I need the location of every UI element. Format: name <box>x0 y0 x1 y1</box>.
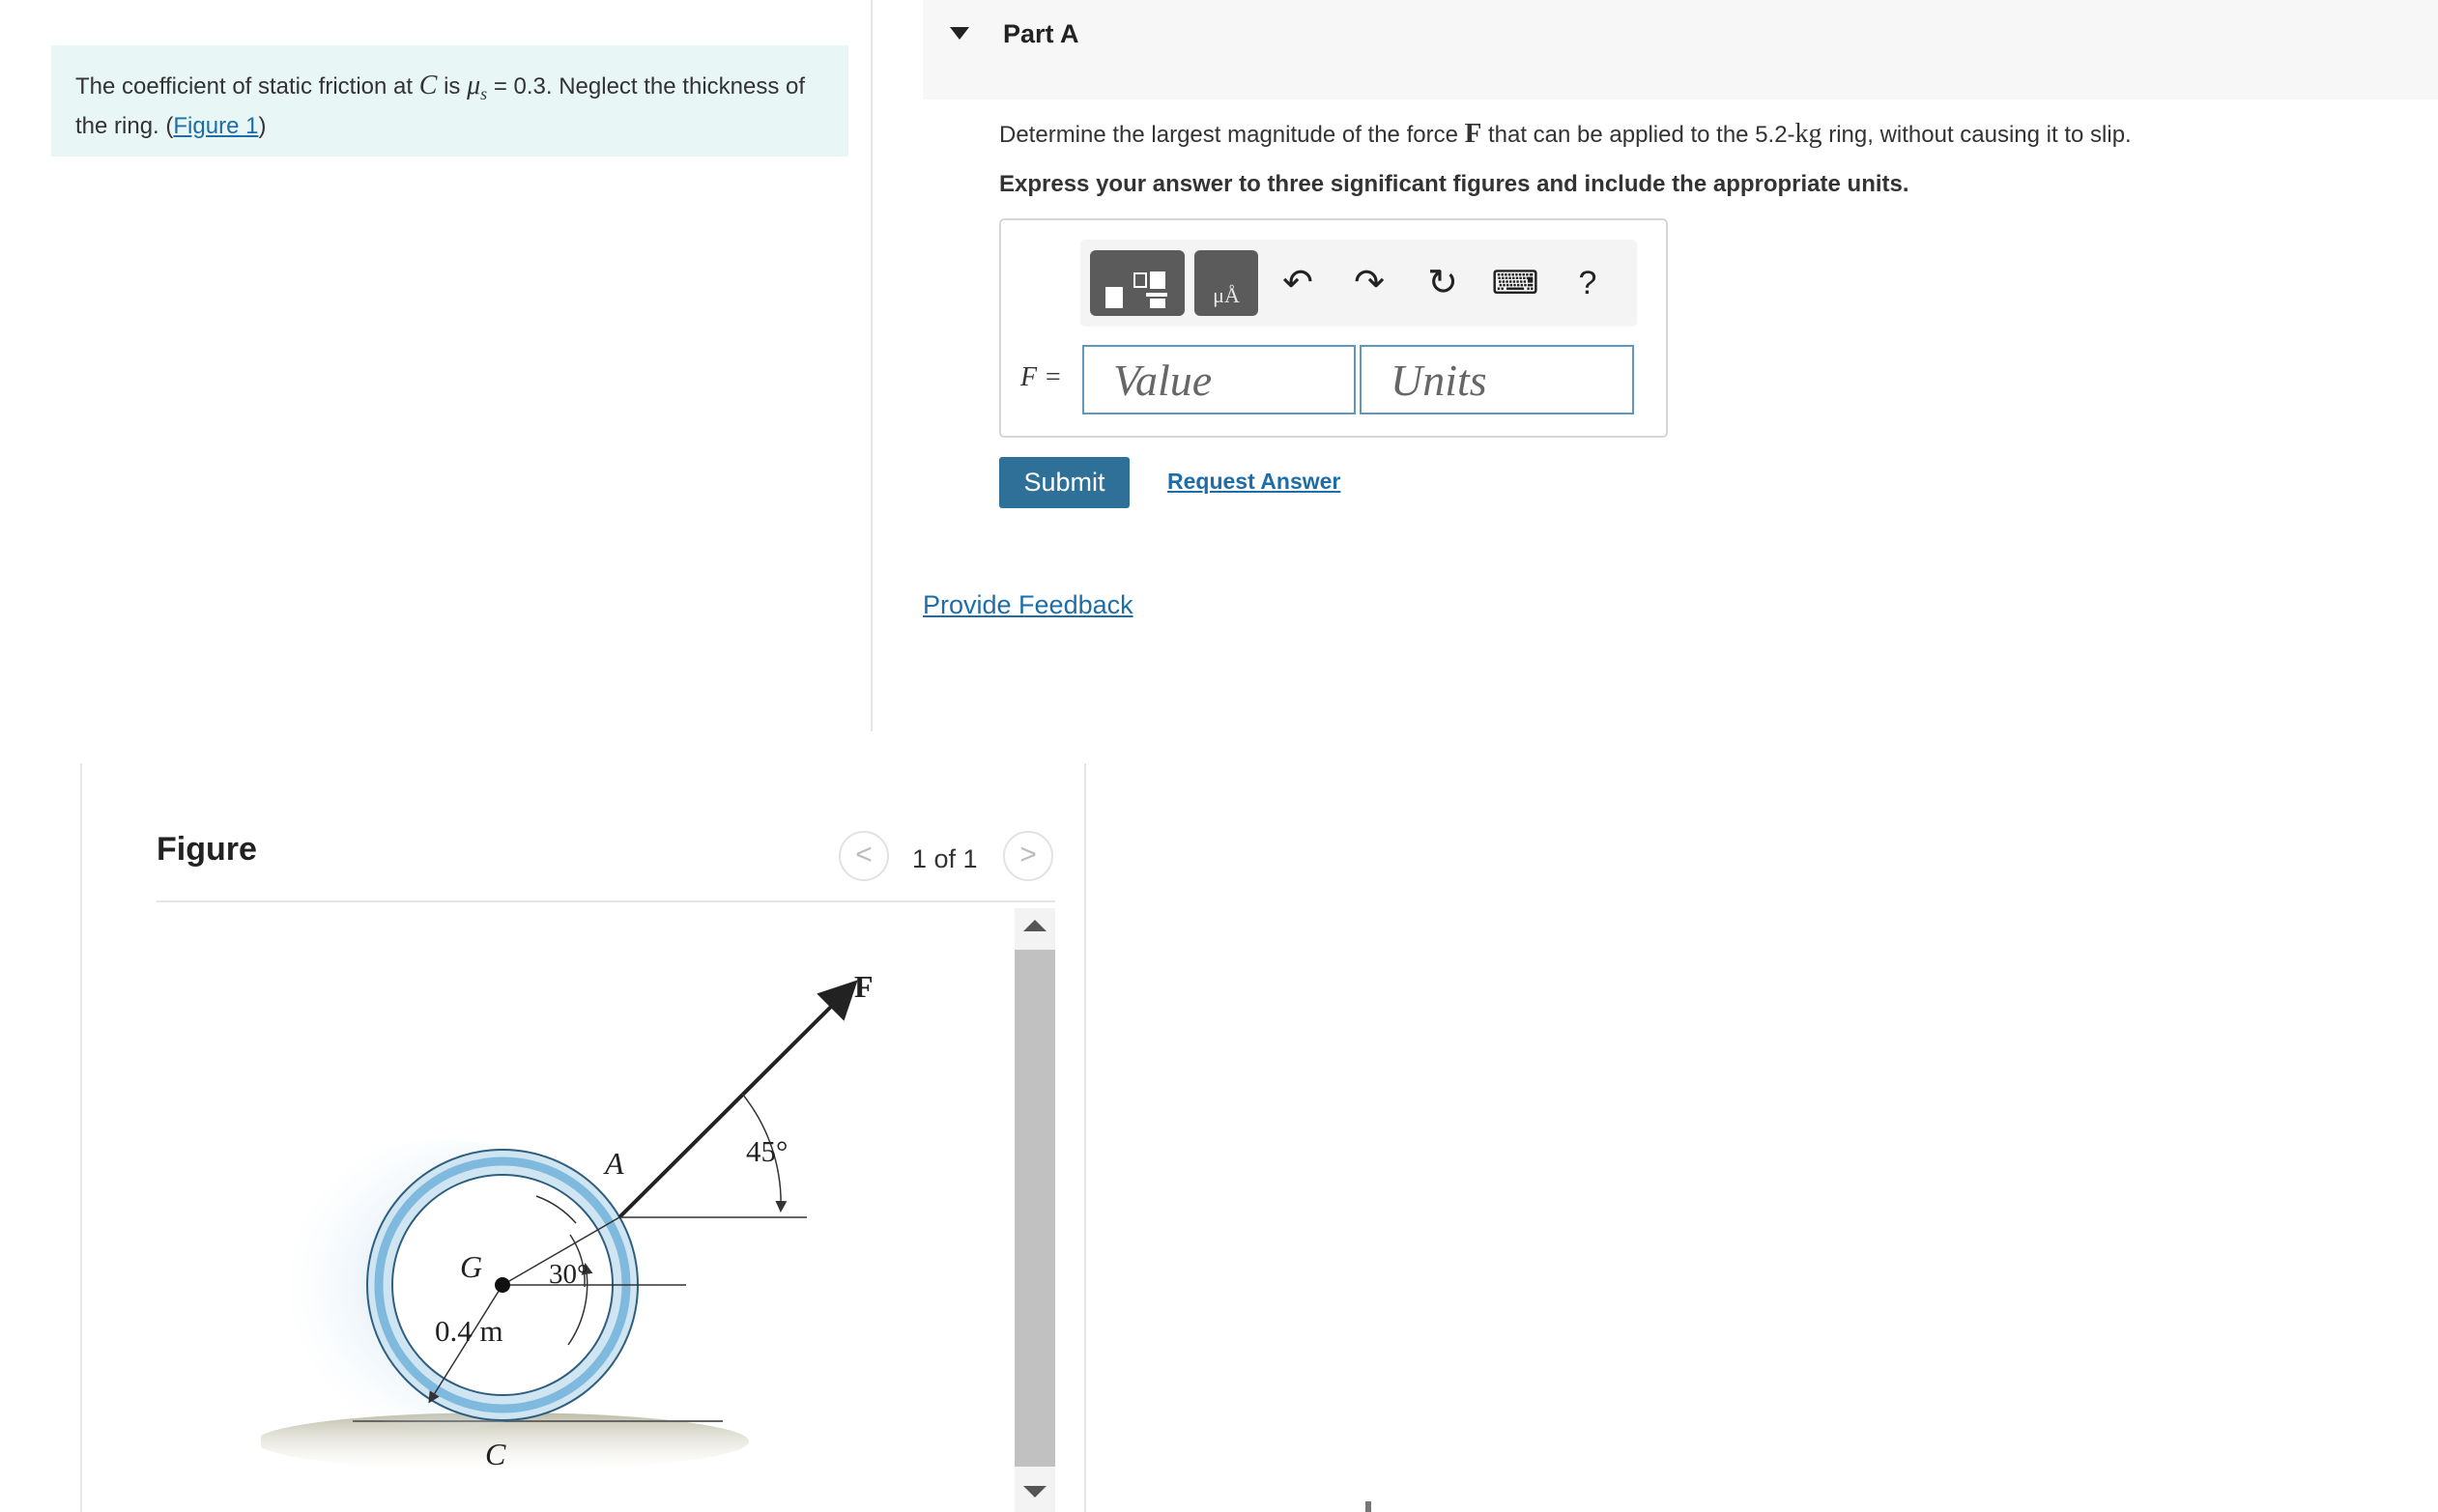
answer-label-text: F = <box>1020 362 1062 392</box>
chevron-right-icon: > <box>1019 839 1037 870</box>
provide-feedback-link[interactable]: Provide Feedback <box>923 590 1133 620</box>
figure-panel-border-right <box>1084 763 1086 1512</box>
force-symbol: F <box>1464 118 1482 149</box>
angle-30-label: 30° <box>549 1259 588 1290</box>
figure-1-link[interactable]: Figure 1 <box>173 113 258 139</box>
units-button[interactable]: μÅ <box>1194 250 1258 316</box>
problem-text-is: is <box>437 73 468 100</box>
chevron-left-icon: < <box>855 839 873 870</box>
force-label: F <box>854 969 874 1004</box>
answer-label: F = <box>1020 361 1062 393</box>
undo-icon[interactable]: ↶ <box>1274 261 1322 305</box>
figure-panel-border-left <box>80 763 82 1512</box>
point-a-label: A <box>603 1146 624 1181</box>
question-text-2: that can be applied to the 5.2- <box>1481 122 1795 148</box>
units-icon: μÅ <box>1213 283 1240 307</box>
column-divider <box>871 0 873 731</box>
question-text: Determine the largest magnitude of the f… <box>999 118 2132 150</box>
math-toolbar: μÅ ↶ ↷ ↻ ⌨ ? <box>1080 240 1637 327</box>
problem-close-paren: ) <box>258 112 267 139</box>
question-text-1: Determine the largest magnitude of the f… <box>999 122 1465 148</box>
mu-symbol: μ <box>467 71 481 100</box>
submit-button[interactable]: Submit <box>999 457 1130 508</box>
force-arrow <box>617 980 858 1219</box>
value-input[interactable] <box>1082 345 1356 414</box>
next-figure-button[interactable]: > <box>1003 831 1053 881</box>
text-cursor-icon <box>1365 1501 1371 1512</box>
point-c-label: C <box>485 1437 506 1471</box>
mass-unit: kg <box>1794 119 1822 149</box>
reset-icon[interactable]: ↻ <box>1419 261 1467 305</box>
keyboard-icon[interactable]: ⌨ <box>1491 261 1539 305</box>
part-header[interactable] <box>923 0 2438 100</box>
redo-icon[interactable]: ↷ <box>1345 261 1393 305</box>
radius-label: 0.4 m <box>435 1314 503 1348</box>
part-title: Part A <box>1003 19 1079 48</box>
figure-scrollbar-thumb[interactable] <box>1015 950 1055 1467</box>
help-icon[interactable]: ? <box>1563 261 1612 305</box>
collapse-caret-icon[interactable] <box>950 27 969 40</box>
figure-header-divider <box>157 900 1055 902</box>
figure-counter: 1 of 1 <box>912 844 978 873</box>
scroll-down-arrow-icon[interactable] <box>1023 1486 1047 1498</box>
center-point-g <box>495 1277 510 1293</box>
units-input[interactable] <box>1360 345 1634 414</box>
answer-instruction: Express your answer to three significant… <box>999 171 1909 197</box>
scroll-up-arrow-icon[interactable] <box>1023 920 1047 931</box>
templates-button[interactable] <box>1090 250 1185 316</box>
templates-icon <box>1105 271 1167 308</box>
problem-text-1: The coefficient of static friction at <box>75 73 419 100</box>
angle-45-label: 45° <box>746 1134 788 1168</box>
ring-diagram: F 45° A G 30° 0.4 m C <box>261 969 874 1471</box>
point-g-label: G <box>460 1249 482 1284</box>
question-text-3: ring, without causing it to slip. <box>1821 122 2132 148</box>
previous-figure-button[interactable]: < <box>839 831 889 881</box>
point-c-symbol: C <box>418 71 438 100</box>
figure-title: Figure <box>157 831 257 868</box>
request-answer-link[interactable]: Request Answer <box>1167 469 1340 495</box>
problem-statement: The coefficient of static friction at C … <box>51 45 848 157</box>
